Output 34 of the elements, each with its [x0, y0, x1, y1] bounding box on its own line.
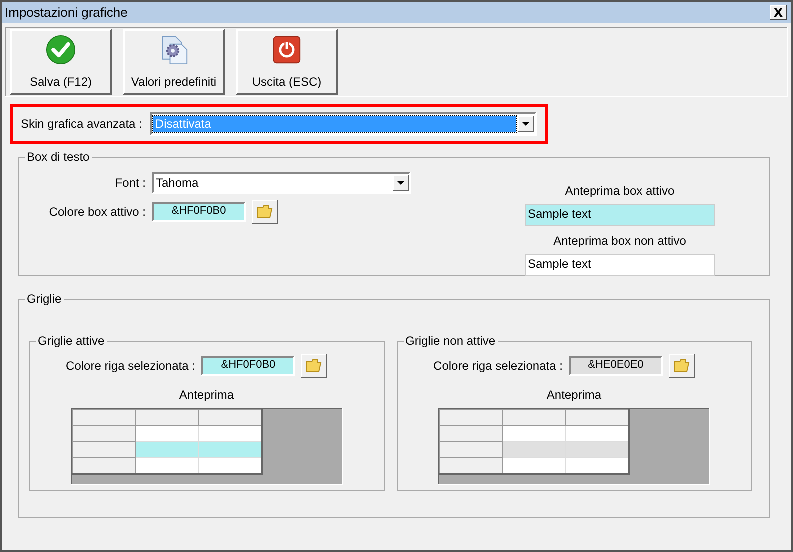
- skin-label: Skin grafica avanzata :: [21, 117, 142, 131]
- folder-icon: [306, 359, 322, 373]
- preview-label: Anteprima box attivo: [565, 184, 675, 198]
- color-label: Colore riga selezionata :: [434, 359, 563, 373]
- color-label: Colore box attivo :: [48, 205, 146, 219]
- color-field[interactable]: &HF0F0B0: [152, 202, 246, 222]
- panel-title: Griglie: [26, 292, 63, 306]
- preview-label: Anteprima: [179, 388, 234, 402]
- folder-button[interactable]: [301, 354, 328, 378]
- group-title: Griglie attive: [37, 334, 106, 348]
- toolbar-button[interactable]: Uscita (ESC): [236, 29, 338, 95]
- group-title: Griglie non attive: [404, 334, 497, 348]
- color-field[interactable]: &HF0F0B0: [201, 356, 296, 376]
- preview-text-box: Sample text: [525, 254, 715, 276]
- toolbar-button[interactable]: Valori predefiniti: [123, 29, 225, 95]
- folder-button[interactable]: [668, 354, 695, 378]
- color-field[interactable]: &HE0E0E0: [568, 356, 663, 376]
- font-label: Font :: [114, 176, 146, 190]
- caret-icon: [397, 181, 405, 185]
- power-icon: [272, 35, 302, 65]
- folder-icon: [674, 359, 690, 373]
- window-title: Impostazioni grafiche: [5, 5, 128, 20]
- toolbar-button[interactable]: Salva (F12): [10, 29, 112, 95]
- font-dropdown[interactable]: Tahoma: [152, 172, 411, 194]
- preview-label: Anteprima: [546, 388, 602, 402]
- folder-icon: [257, 205, 273, 219]
- caret-icon: [522, 122, 530, 126]
- folder-button[interactable]: [252, 200, 278, 224]
- preview-label: Anteprima box non attivo: [554, 234, 686, 248]
- close-button[interactable]: X: [770, 5, 787, 20]
- color-label: Colore riga selezionata :: [66, 359, 196, 373]
- preview-text-box: Sample text: [525, 204, 715, 226]
- panel-title: Box di testo: [26, 150, 91, 164]
- check-icon: [46, 35, 76, 65]
